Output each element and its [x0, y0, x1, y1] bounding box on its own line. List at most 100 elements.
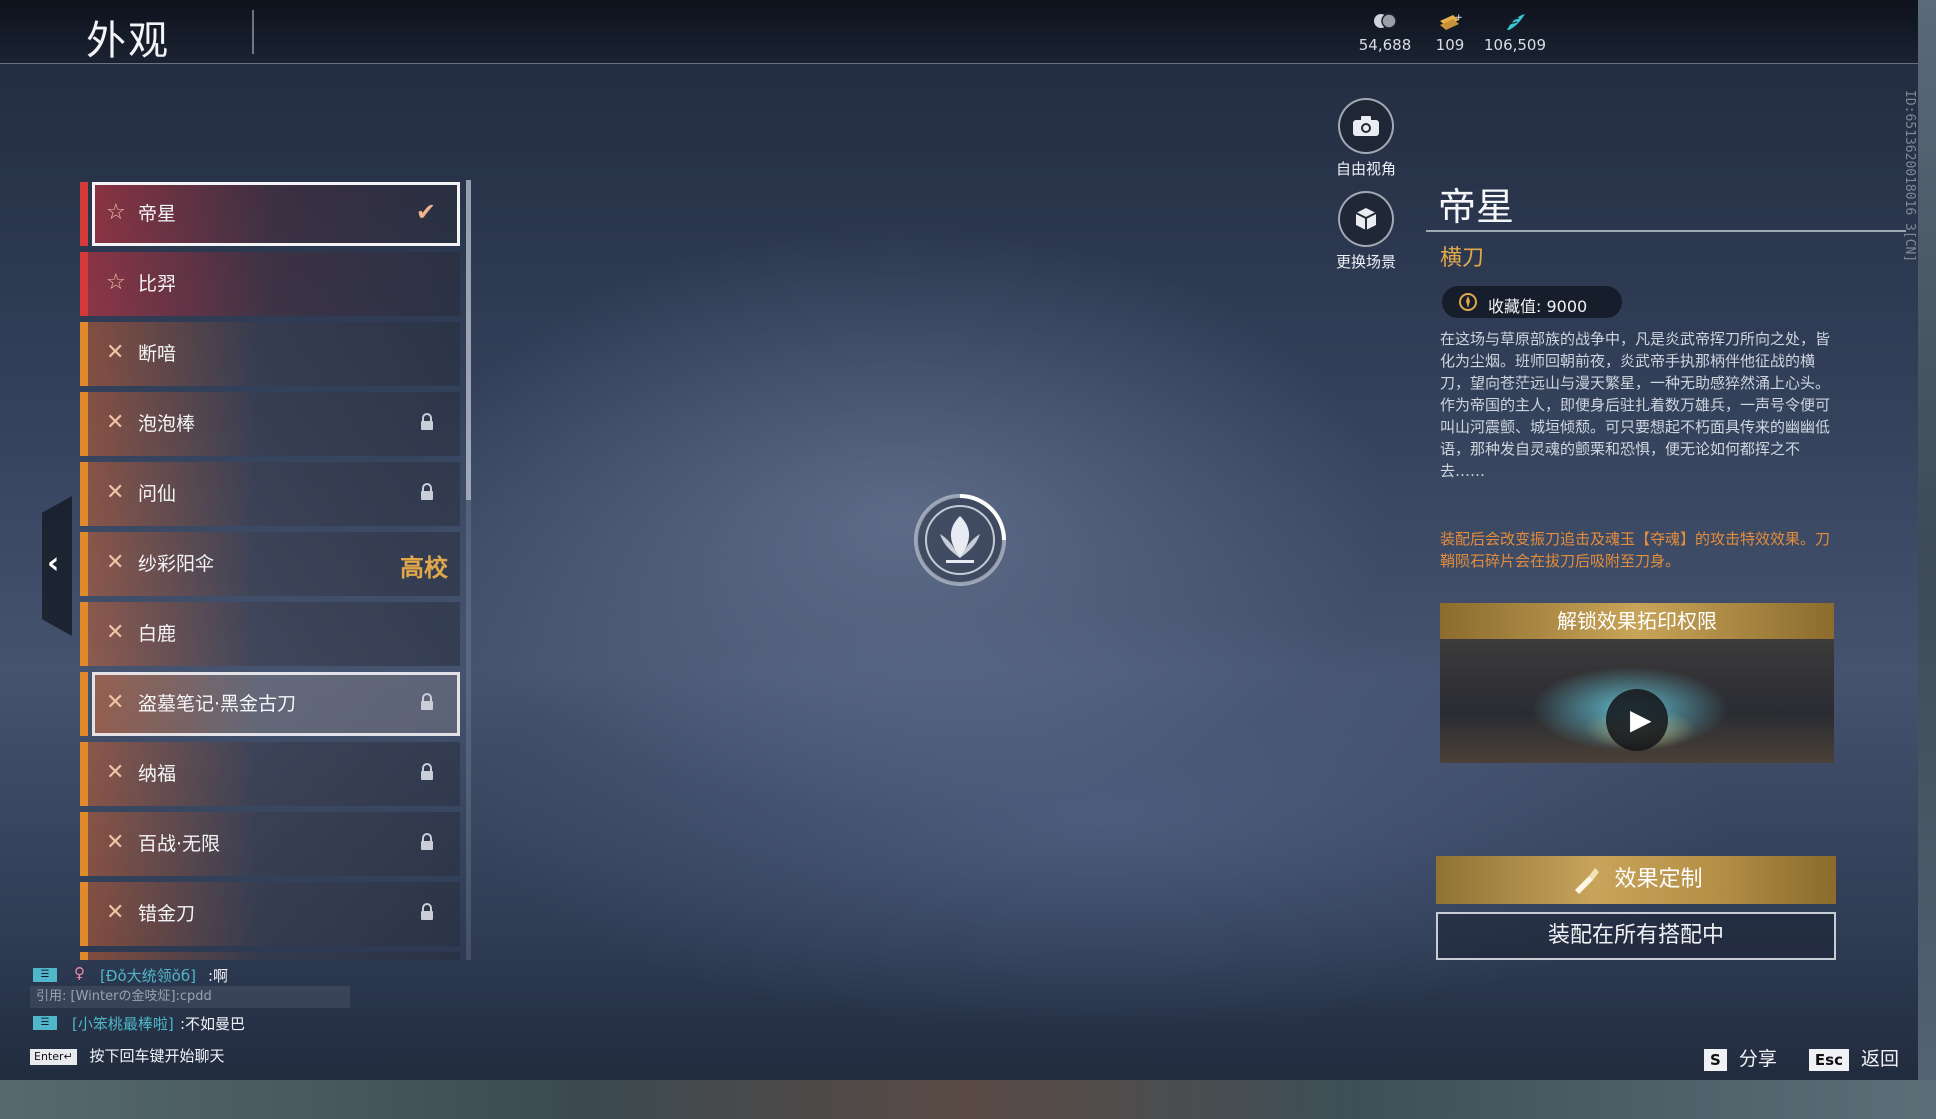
- skin-item-shacaiyangsan[interactable]: ✕ 纱彩阳伞 高校: [80, 532, 460, 596]
- cross-star-icon: ✕: [106, 900, 125, 925]
- currency-coins-value: 54,688: [1358, 36, 1412, 54]
- skin-item-biyi[interactable]: ☆ 比羿: [80, 252, 460, 316]
- rarity-bar: [80, 952, 88, 960]
- scene-edge: [1918, 0, 1936, 1119]
- lock-icon: [421, 833, 433, 850]
- female-icon: ♀: [74, 964, 85, 982]
- rarity-bar: [80, 672, 88, 736]
- chat-hint[interactable]: Enter↵ 按下回车键开始聊天: [30, 1045, 225, 1066]
- lock-icon: [421, 693, 433, 710]
- collapse-list-button[interactable]: ‹: [42, 496, 72, 636]
- skin-item-paopaobang[interactable]: ✕ 泡泡棒: [80, 392, 460, 456]
- chat-message[interactable]: ☰ [小笨桃最棒啦] :不如曼巴: [30, 1010, 370, 1034]
- currency-feathers: 106,509: [1475, 12, 1555, 54]
- enter-key-icon: Enter↵: [30, 1048, 77, 1065]
- effect-preview-video[interactable]: 解锁效果拓印权限 ▶: [1440, 603, 1834, 763]
- cross-star-icon: ✕: [106, 480, 125, 505]
- play-icon: ▶: [1630, 703, 1652, 736]
- rarity-bar: [80, 182, 88, 246]
- free-view-button[interactable]: 自由视角: [1336, 98, 1396, 179]
- page-title: 外观: [86, 18, 170, 64]
- rarity-bar: [80, 812, 88, 876]
- skin-item-cuojindao[interactable]: ✕ 错金刀: [80, 882, 460, 946]
- change-scene-button[interactable]: 更换场景: [1336, 191, 1396, 272]
- rarity-bar: [80, 322, 88, 386]
- star-icon: ☆: [106, 200, 126, 225]
- camera-icon: [1338, 98, 1394, 154]
- group-icon: ☰: [33, 968, 57, 982]
- play-button[interactable]: ▶: [1606, 689, 1668, 751]
- skin-item-label: 纳福: [138, 763, 177, 785]
- share-button[interactable]: S 分享: [1704, 1044, 1777, 1071]
- skin-item-baizhan[interactable]: ✕ 百战·无限: [80, 812, 460, 876]
- skin-item-label: 断喑: [138, 343, 177, 365]
- skin-item-partial[interactable]: [80, 952, 460, 960]
- rarity-bar: [80, 532, 88, 596]
- share-key: S: [1704, 1048, 1727, 1071]
- version-id: ID:6513620018016 3[CN]: [1902, 90, 1917, 263]
- back-key: Esc: [1808, 1048, 1849, 1071]
- skin-item-wenxian[interactable]: ✕ 问仙: [80, 462, 460, 526]
- cross-star-icon: ✕: [106, 690, 125, 715]
- skin-item-label: 百战·无限: [138, 833, 221, 855]
- rarity-bar: [80, 882, 88, 946]
- svg-text:+: +: [1455, 13, 1463, 23]
- skin-item-label: 纱彩阳伞: [138, 553, 215, 575]
- skin-item-label: 盗墓笔记·黑金古刀: [138, 693, 297, 715]
- skin-item-label: 错金刀: [138, 903, 196, 925]
- currency-feathers-value: 106,509: [1483, 36, 1547, 54]
- back-button[interactable]: Esc 返回: [1808, 1044, 1900, 1071]
- skin-item-dixing[interactable]: ☆ 帝星 ✔: [80, 182, 460, 246]
- scene-ground: [0, 1080, 1936, 1119]
- rarity-bar: [80, 742, 88, 806]
- brush-icon: [1575, 868, 1600, 894]
- lock-icon: [421, 763, 433, 780]
- detail-title: 帝星: [1438, 185, 1515, 229]
- skin-item-heijingudao[interactable]: ✕ 盗墓笔记·黑金古刀: [80, 672, 460, 736]
- chat-quote-text: 引用: [Winterの金吱炡]:cpdd: [30, 986, 350, 1008]
- top-bar: [0, 0, 1936, 64]
- chat-username[interactable]: [Ðǒ大统领ǒб]: [100, 965, 196, 986]
- skin-item-label: 泡泡棒: [138, 413, 196, 435]
- campus-badge: 高校: [400, 554, 448, 582]
- cross-star-icon: ✕: [106, 550, 125, 575]
- chat-text: :啊: [208, 967, 229, 985]
- footer-shortcuts: S 分享 Esc 返回: [1704, 1044, 1925, 1071]
- cross-star-icon: ✕: [106, 340, 125, 365]
- cross-star-icon: ✕: [106, 620, 125, 645]
- video-thumbnail: ▶: [1440, 639, 1834, 763]
- chat-message[interactable]: ☰ ♀ [Ðǒ大统领ǒб] :啊: [30, 962, 370, 986]
- rarity-bar: [80, 252, 88, 316]
- chevron-left-icon: ‹: [47, 546, 60, 581]
- rarity-bar: [80, 392, 88, 456]
- cube-icon: [1338, 191, 1394, 247]
- title-divider: [252, 10, 254, 54]
- back-label: 返回: [1861, 1048, 1900, 1070]
- collection-value-pill: 收藏值: 9000: [1442, 286, 1622, 318]
- top-divider: [0, 63, 1922, 64]
- loading-spinner-icon: [914, 494, 1006, 586]
- skin-item-label: 问仙: [138, 483, 177, 505]
- rarity-bar: [80, 602, 88, 666]
- lock-icon: [421, 483, 433, 500]
- chat-hint-text: 按下回车键开始聊天: [89, 1047, 225, 1065]
- skin-description: 在这场与草原部族的战争中，凡是炎武帝挥刀所向之处，皆化为尘烟。班师回朝前夜，炎武…: [1440, 330, 1831, 480]
- skin-item-bailu[interactable]: ✕ 白鹿: [80, 602, 460, 666]
- effect-description: 装配后会改变振刀追击及魂玉【夺魂】的攻击特效效果。刀鞘陨石碎片会在拔刀后吸附至刀…: [1440, 530, 1831, 570]
- skin-list: ☆ 帝星 ✔ ☆ 比羿 ✕ 断喑 ✕ 泡泡棒 ✕ 问仙 ✕ 纱彩阳伞 高校 ✕ …: [80, 180, 470, 960]
- share-label: 分享: [1738, 1048, 1777, 1070]
- rarity-bar: [80, 462, 88, 526]
- cross-star-icon: ✕: [106, 830, 125, 855]
- detail-divider: [1426, 230, 1906, 232]
- chat-username[interactable]: [小笨桃最棒啦]: [72, 1013, 174, 1034]
- video-title: 解锁效果拓印权限: [1440, 603, 1834, 639]
- free-view-label: 自由视角: [1336, 160, 1397, 178]
- equip-all-button[interactable]: 装配在所有搭配中: [1436, 912, 1836, 960]
- lock-icon: [421, 413, 433, 430]
- cross-star-icon: ✕: [106, 410, 125, 435]
- effect-customize-button[interactable]: 效果定制: [1436, 856, 1836, 904]
- skin-item-nafu[interactable]: ✕ 纳福: [80, 742, 460, 806]
- chat-panel: ☰ ♀ [Ðǒ大统领ǒб] :啊 引用: [Winterの金吱炡]:cpdd ☰…: [30, 962, 370, 1034]
- group-icon: ☰: [33, 1016, 57, 1030]
- skin-item-duanyin[interactable]: ✕ 断喑: [80, 322, 460, 386]
